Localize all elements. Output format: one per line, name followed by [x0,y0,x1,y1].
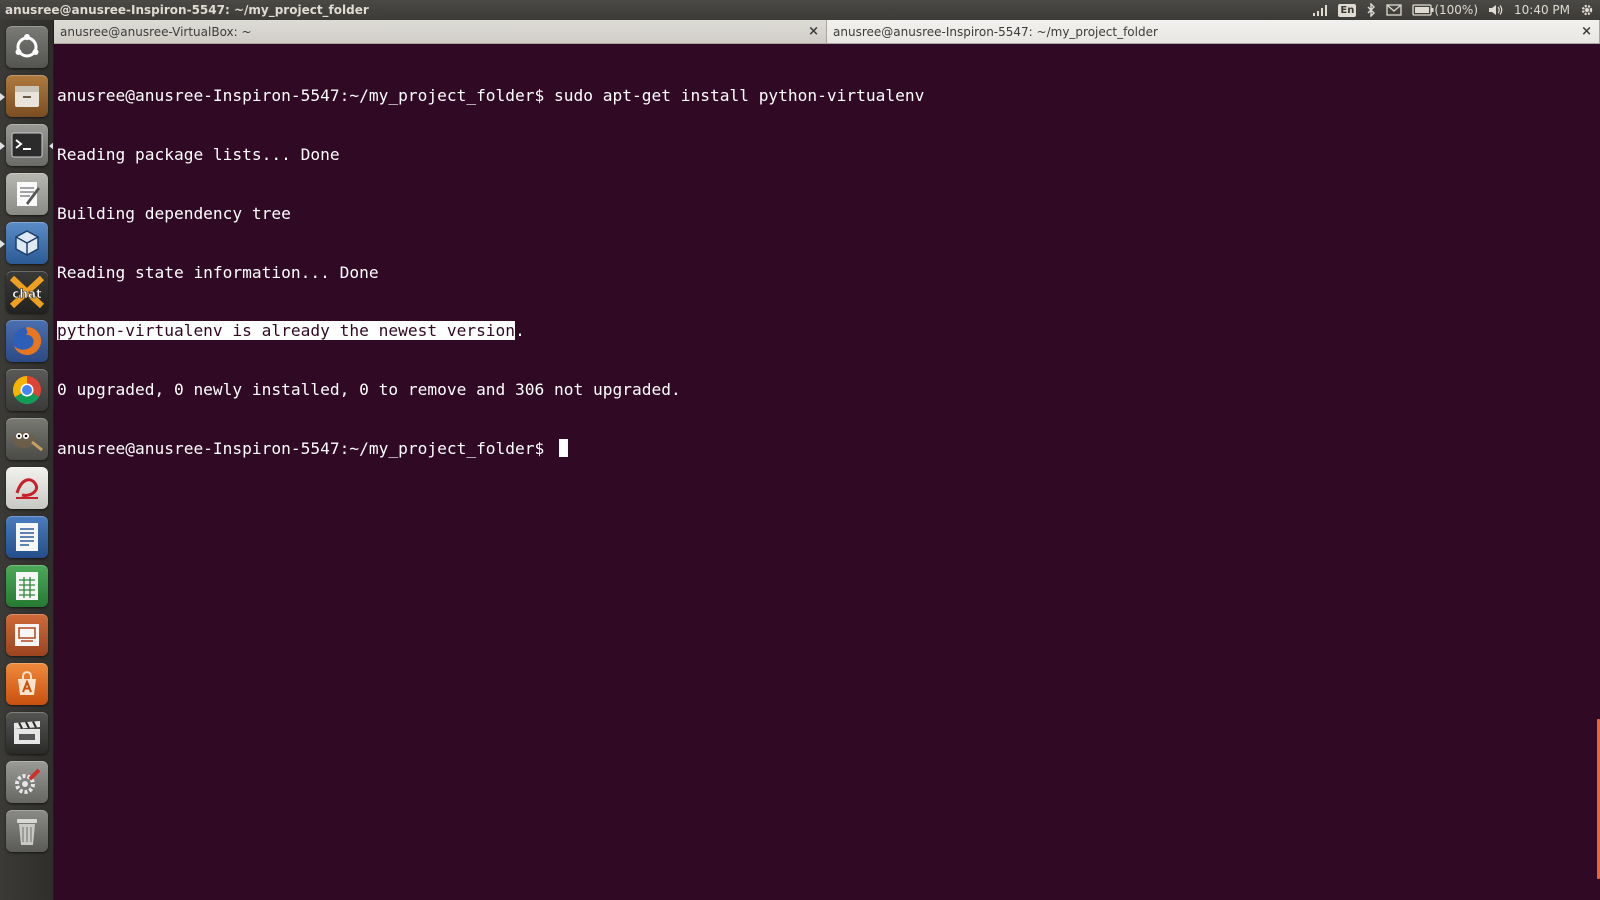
text-editor-icon [5,173,48,215]
launcher-item-pdf-viewer[interactable] [4,466,50,510]
launcher-item-system-settings[interactable] [4,760,50,804]
output-line: Reading package lists... Done [57,144,340,164]
launcher-item-calc[interactable] [4,564,50,608]
output-line: Building dependency tree [57,203,291,223]
running-indicator [0,142,5,150]
system-tray: En (100%) 10:40 PM [1312,3,1600,17]
current-prompt-line: anusree@anusree-Inspiron-5547:~/my_proje… [57,438,1600,459]
scrollbar[interactable] [1596,44,1600,900]
firefox-icon [5,320,48,362]
tab-bar: anusree@anusree-VirtualBox: ~ × anusree@… [54,20,1600,44]
battery-percent: (100%) [1434,3,1478,17]
prompt: anusree@anusree-Inspiron-5547:~/my_proje… [57,86,555,106]
top-panel: anusree@anusree-Inspiron-5547: ~/my_proj… [0,0,1600,20]
command-text: sudo apt-get install python-virtualenv [554,86,925,106]
window-title: anusree@anusree-Inspiron-5547: ~/my_proj… [5,3,369,17]
bluetooth-icon[interactable] [1366,3,1376,17]
output-line: python-virtualenv is already the newest … [57,321,1600,341]
text-cursor [559,438,569,457]
xchat-icon: chat [5,271,48,313]
gimp-icon [5,418,48,460]
battery-indicator[interactable]: (100%) [1412,3,1478,17]
launcher-item-video-editor[interactable] [4,711,50,755]
output-line: Reading state information... Done [57,262,379,282]
launcher-item-firefox[interactable] [4,319,50,363]
prompt: anusree@anusree-Inspiron-5547:~/my_proje… [57,438,555,458]
tab-label: anusree@anusree-VirtualBox: ~ [60,24,252,39]
output-text: . [515,321,525,341]
terminal-text: anusree@anusree-Inspiron-5547:~/my_proje… [57,47,1600,498]
session-gear-icon[interactable] [1580,3,1594,17]
launcher-item-chrome[interactable] [4,368,50,412]
selected-text[interactable]: python-virtualenv is already the newest … [57,321,516,341]
launcher-item-xchat[interactable]: chat [4,270,50,314]
focused-indicator [48,142,53,150]
tab-virtualbox[interactable]: anusree@anusree-VirtualBox: ~ × [54,20,827,43]
system-settings-icon [5,761,48,803]
clock[interactable]: 10:40 PM [1514,3,1570,17]
terminal-window: anusree@anusree-VirtualBox: ~ × anusree@… [54,20,1600,900]
software-center-icon [5,663,48,705]
tab-label: anusree@anusree-Inspiron-5547: ~/my_proj… [833,24,1158,39]
launcher-item-files[interactable] [0,74,50,118]
video-editor-icon [5,712,48,754]
launcher: chat [0,20,54,900]
launcher-item-text-editor[interactable] [4,172,50,216]
battery-icon [1412,4,1434,16]
launcher-item-dash[interactable] [4,25,50,69]
keyboard-layout-indicator[interactable]: En [1338,3,1357,17]
launcher-item-terminal[interactable] [0,123,53,167]
network-signal-icon[interactable] [1312,4,1328,16]
close-tab-icon[interactable]: × [808,24,819,39]
writer-icon [5,516,48,558]
tab-my-project-folder[interactable]: anusree@anusree-Inspiron-5547: ~/my_proj… [827,20,1600,43]
virtualbox-icon [5,222,48,264]
calc-icon [5,565,48,607]
impress-icon [5,614,48,656]
svg-text:chat: chat [12,287,42,301]
close-tab-icon[interactable]: × [1581,24,1592,39]
terminal-output-area[interactable]: anusree@anusree-Inspiron-5547:~/my_proje… [54,44,1600,900]
files-icon [5,75,48,117]
trash-icon [5,810,48,852]
terminal-icon [5,124,48,166]
output-line: 0 upgraded, 0 newly installed, 0 to remo… [57,380,681,400]
launcher-item-software-center[interactable] [4,662,50,706]
running-indicator [0,240,5,248]
launcher-item-impress[interactable] [4,613,50,657]
pdf-viewer-icon [5,467,48,509]
command-line: anusree@anusree-Inspiron-5547:~/my_proje… [57,86,1600,106]
dash-home-icon [5,26,48,68]
running-indicator [0,93,5,101]
volume-icon[interactable] [1488,4,1504,16]
launcher-item-gimp[interactable] [4,417,50,461]
launcher-item-virtualbox[interactable] [0,221,50,265]
chrome-icon [5,369,48,411]
launcher-item-trash[interactable] [4,809,50,853]
mail-envelope-icon[interactable] [1386,4,1402,16]
launcher-item-writer[interactable] [4,515,50,559]
